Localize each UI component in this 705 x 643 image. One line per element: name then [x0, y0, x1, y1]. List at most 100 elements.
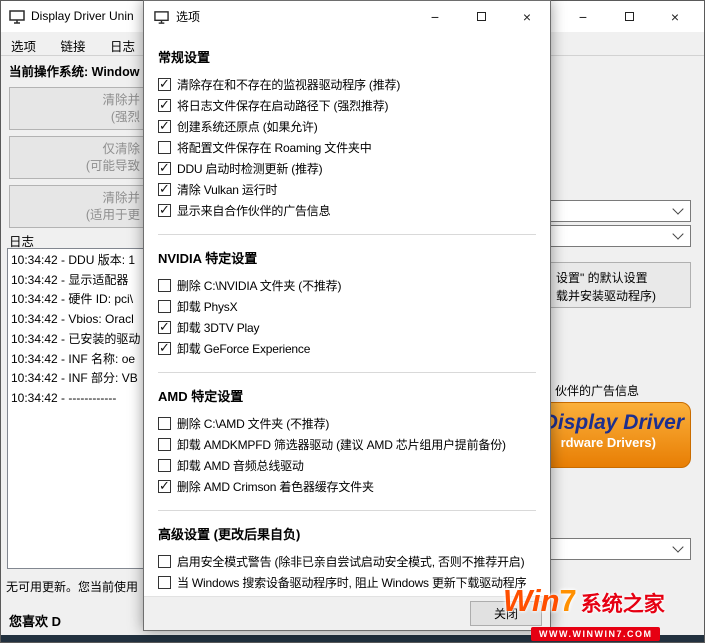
checkbox-label: 删除 C:\AMD 文件夹 (不推荐) [177, 415, 329, 432]
checkbox[interactable] [158, 438, 171, 451]
checkbox-label: 显示来自合作伙伴的广告信息 [177, 202, 330, 219]
chevron-down-icon [672, 541, 683, 552]
dialog-window-controls: − × [412, 1, 550, 32]
checkbox-row[interactable]: 将日志文件保存在启动路径下 (强烈推荐) [158, 95, 536, 116]
dialog-titlebar: 选项 − × [144, 1, 550, 33]
checkbox-row[interactable]: DDU 启动时检测更新 (推荐) [158, 158, 536, 179]
checkbox[interactable] [158, 300, 171, 313]
checkbox-row[interactable]: 删除 AMD Crimson 着色器缓存文件夹 [158, 476, 536, 497]
chevron-down-icon [672, 203, 683, 214]
checkbox-label: 卸载 GeForce Experience [177, 340, 310, 357]
watermark-cn-text: 系统之家 [581, 593, 665, 616]
info-text: 载并安装驱动程序) [556, 287, 656, 304]
section-divider [158, 372, 536, 373]
clean-shutdown-button[interactable]: 清除并 (适用于更 [9, 185, 144, 228]
log-entry: 10:34:42 - INF 部分: VB [11, 369, 143, 389]
checkbox-row[interactable]: 卸载 AMDKMPFD 筛选器驱动 (建议 AMD 芯片组用户提前备份) [158, 434, 536, 455]
winwin7-watermark: Win7系统之家 WWW.WINWIN7.COM [503, 584, 703, 642]
section-header-general: 常规设置 [158, 47, 536, 66]
checkbox-label: 卸载 PhysX [177, 298, 237, 315]
checkbox-label: 创建系统还原点 (如果允许) [177, 118, 318, 135]
dialog-footer: 关闭 [144, 596, 550, 630]
checkbox[interactable] [158, 120, 171, 133]
dialog-minimize-button[interactable]: − [412, 1, 458, 32]
section-divider [158, 234, 536, 235]
checkbox-label: 将配置文件保存在 Roaming 文件夹中 [177, 139, 372, 156]
dialog-content: 常规设置 清除存在和不存在的监视器驱动程序 (推荐) 将日志文件保存在启动路径下… [144, 35, 550, 596]
checkbox-row[interactable]: 启用安全模式警告 (除非已亲自尝试启动安全模式, 否则不推荐开启) [158, 551, 536, 572]
checkbox-label: 卸载 3DTV Play [177, 319, 259, 336]
checkbox-row[interactable]: 卸载 AMD 音频总线驱动 [158, 455, 536, 476]
log-entry: 10:34:42 - Vbios: Oracl [11, 310, 143, 330]
checkbox-row[interactable]: 当 Windows 搜索设备驱动程序时, 阻止 Windows 更新下载驱动程序 [158, 572, 536, 593]
checkbox-label: 清除存在和不存在的监视器驱动程序 (推荐) [177, 76, 400, 93]
log-entry: 10:34:42 - INF 名称: oe [11, 350, 143, 370]
maximize-icon [625, 12, 634, 21]
checkbox-label: 当 Windows 搜索设备驱动程序时, 阻止 Windows 更新下载驱动程序 [177, 574, 526, 591]
checkbox[interactable] [158, 279, 171, 292]
checkbox[interactable] [158, 555, 171, 568]
checkbox-row[interactable]: 删除 C:\NVIDIA 文件夹 (不推荐) [158, 275, 536, 296]
app-icon [9, 9, 25, 25]
section-header-amd: AMD 特定设置 [158, 386, 536, 405]
checkbox-row[interactable]: 卸载 3DTV Play [158, 317, 536, 338]
checkbox[interactable] [158, 480, 171, 493]
checkbox-row[interactable]: 卸载 PhysX [158, 296, 536, 317]
checkbox-row[interactable]: 卸载 GeForce Experience [158, 338, 536, 359]
log-entry: 10:34:42 - 显示适配器 [11, 271, 143, 291]
button-sublabel: (适用于更 [86, 207, 140, 224]
clean-restart-button[interactable]: 清除并 (强烈 [9, 87, 144, 130]
checkbox-row[interactable]: 创建系统还原点 (如果允许) [158, 116, 536, 137]
main-window-controls: − × [560, 1, 698, 32]
checkbox[interactable] [158, 183, 171, 196]
checkbox[interactable] [158, 78, 171, 91]
checkbox[interactable] [158, 321, 171, 334]
dialog-close-x-button[interactable]: × [504, 1, 550, 32]
info-text: 设置" 的默认设置 [556, 269, 648, 286]
chevron-down-icon [672, 228, 683, 239]
checkbox[interactable] [158, 204, 171, 217]
checkbox[interactable] [158, 576, 171, 589]
button-label: 仅清除 [102, 141, 140, 158]
minimize-button[interactable]: − [560, 1, 606, 32]
log-listbox[interactable]: 10:34:42 - DDU 版本: 1 10:34:42 - 显示适配器 10… [7, 248, 144, 569]
menu-item-log[interactable]: 日志 [100, 32, 145, 59]
menu-item-options[interactable]: 选项 [1, 32, 46, 59]
close-button[interactable]: × [652, 1, 698, 32]
window-title: Display Driver Unin [31, 1, 134, 32]
checkbox-row[interactable]: 清除存在和不存在的监视器驱动程序 (推荐) [158, 74, 536, 95]
dialog-title: 选项 [176, 1, 200, 33]
checkbox-label: 卸载 AMDKMPFD 筛选器驱动 (建议 AMD 芯片组用户提前备份) [177, 436, 506, 453]
checkbox-label: 启用安全模式警告 (除非已亲自尝试启动安全模式, 否则不推荐开启) [177, 553, 524, 570]
watermark-brand: Win7系统之家 [503, 584, 703, 624]
checkbox-label: 卸载 AMD 音频总线驱动 [177, 457, 304, 474]
section-header-advanced: 高级设置 (更改后果自负) [158, 524, 536, 543]
current-os-label: 当前操作系统: Window [9, 61, 139, 80]
checkbox-label: 清除 Vulkan 运行时 [177, 181, 277, 198]
checkbox-label: 删除 AMD Crimson 着色器缓存文件夹 [177, 478, 374, 495]
menu-item-links[interactable]: 链接 [50, 32, 95, 59]
checkbox[interactable] [158, 141, 171, 154]
checkbox[interactable] [158, 162, 171, 175]
checkbox[interactable] [158, 342, 171, 355]
checkbox-row[interactable]: 删除 C:\AMD 文件夹 (不推荐) [158, 413, 536, 434]
checkbox-row[interactable]: 将配置文件保存在 Roaming 文件夹中 [158, 137, 536, 158]
checkbox[interactable] [158, 417, 171, 430]
checkbox-row[interactable]: 清除 Vulkan 运行时 [158, 179, 536, 200]
clean-only-button[interactable]: 仅清除 (可能导致 [9, 136, 144, 179]
checkbox[interactable] [158, 459, 171, 472]
checkbox[interactable] [158, 99, 171, 112]
partner-ad-text: 伙伴的广告信息 [555, 382, 639, 399]
dialog-maximize-button[interactable] [458, 1, 504, 32]
checkbox-label: 删除 C:\NVIDIA 文件夹 (不推荐) [177, 277, 341, 294]
maximize-button[interactable] [606, 1, 652, 32]
button-label: 清除并 [102, 92, 140, 109]
checkbox-row[interactable]: 显示来自合作伙伴的广告信息 [158, 200, 536, 221]
options-dialog: 选项 − × 常规设置 清除存在和不存在的监视器驱动程序 (推荐) 将日志文件保… [143, 0, 551, 631]
log-entry: 10:34:42 - ------------ [11, 389, 143, 409]
maximize-icon [477, 12, 486, 21]
watermark-win-text: Win [503, 583, 560, 618]
watermark-seven-text: 7 [560, 583, 577, 618]
update-status-text: 无可用更新。您当前使用 [6, 578, 138, 595]
section-divider [158, 510, 536, 511]
